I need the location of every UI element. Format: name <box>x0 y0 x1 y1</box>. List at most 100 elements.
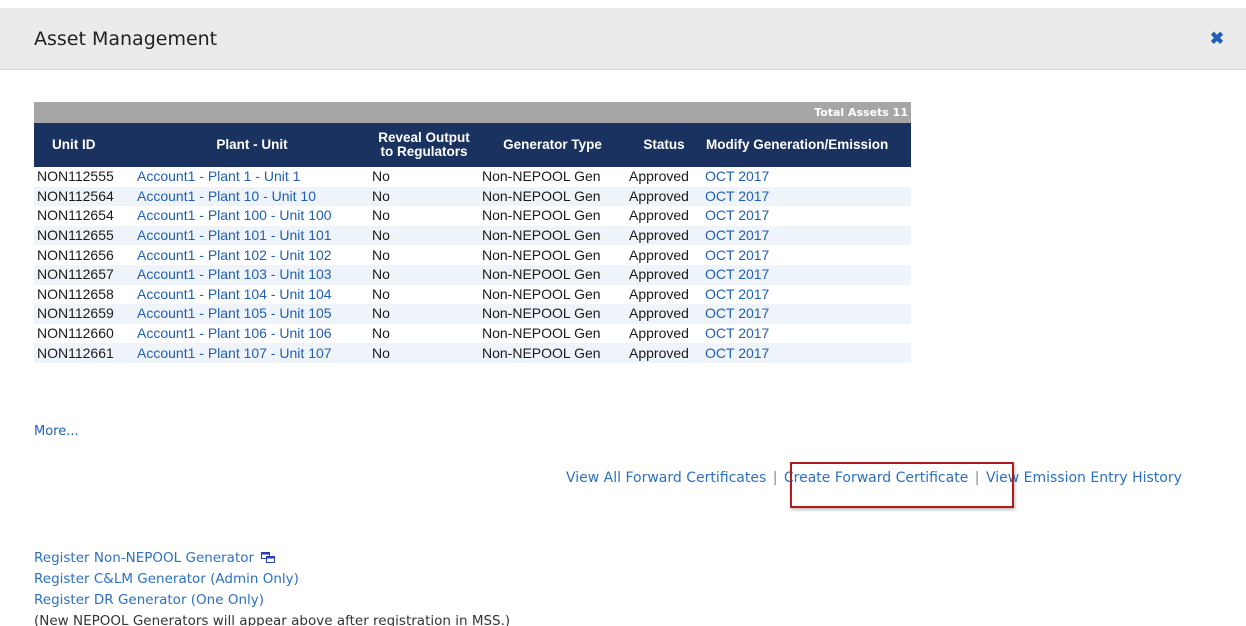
modify-generation-cell: OCT 2017 <box>702 206 911 226</box>
column-header-plant-unit[interactable]: Plant - Unit <box>135 123 369 167</box>
status-cell: Approved <box>629 344 689 361</box>
close-icon[interactable]: ✖ <box>1209 30 1225 48</box>
modify-generation-cell: OCT 2017 <box>702 343 911 363</box>
modify-generation-link[interactable]: OCT 2017 <box>705 266 769 282</box>
reveal-output-cell: No <box>369 167 479 187</box>
table-row: NON112656 Account1 - Plant 102 - Unit 102… <box>34 245 911 265</box>
reveal-output-cell: No <box>372 325 390 342</box>
register-dr-generator-link[interactable]: Register DR Generator (One Only) <box>34 590 264 611</box>
plant-unit-link[interactable]: Account1 - Plant 103 - Unit 103 <box>137 266 332 282</box>
status-cell: Approved <box>626 206 702 226</box>
unit-id-cell: NON112655 <box>37 227 114 244</box>
modify-generation-link[interactable]: OCT 2017 <box>705 286 769 302</box>
modify-generation-link[interactable]: OCT 2017 <box>705 345 769 361</box>
new-window-icon <box>261 552 276 563</box>
modify-generation-link[interactable]: OCT 2017 <box>705 325 769 341</box>
status-cell: Approved <box>626 187 702 207</box>
status-cell: Approved <box>626 304 702 324</box>
generator-type-cell: Non-NEPOOL Gen <box>479 304 626 324</box>
table-row: NON112655 Account1 - Plant 101 - Unit 101… <box>34 225 911 246</box>
status-cell: Approved <box>629 246 689 263</box>
reveal-output-cell: No <box>372 246 390 263</box>
table-row: NON112555 Account1 - Plant 1 - Unit 1 No No… <box>34 167 911 187</box>
generator-type-cell: Non-NEPOOL Gen <box>479 167 626 187</box>
modify-generation-link[interactable]: OCT 2017 <box>705 227 769 243</box>
status-cell: Approved <box>626 265 702 285</box>
table-row: NON112658 Account1 - Plant 104 - Unit 104… <box>34 285 911 305</box>
unit-id-cell: NON112661 <box>34 343 135 363</box>
reveal-output-cell: No <box>372 187 390 204</box>
modify-generation-link[interactable]: OCT 2017 <box>705 247 769 263</box>
plant-unit-link[interactable]: Account1 - Plant 105 - Unit 105 <box>137 305 332 321</box>
plant-unit-link[interactable]: Account1 - Plant 10 - Unit 10 <box>137 188 316 204</box>
reveal-output-cell: No <box>369 304 479 324</box>
table-row: NON112659 Account1 - Plant 105 - Unit 105… <box>34 304 911 324</box>
reveal-output-cell: No <box>369 226 479 246</box>
unit-id-cell: NON112661 <box>37 344 114 361</box>
plant-unit-link[interactable]: Account1 - Plant 100 - Unit 100 <box>137 207 332 223</box>
column-header-modify[interactable]: Modify Generation/Emission <box>702 123 911 167</box>
column-header-reveal-output[interactable]: Reveal Output to Regulators <box>369 123 479 167</box>
generator-type-cell: Non-NEPOOL Gen <box>479 187 626 207</box>
column-header-status[interactable]: Status <box>626 123 702 167</box>
modify-generation-link[interactable]: OCT 2017 <box>705 188 769 204</box>
status-cell: Approved <box>626 167 702 187</box>
plant-unit-cell: Account1 - Plant 107 - Unit 107 <box>135 343 369 363</box>
unit-id-cell: NON112564 <box>37 187 114 204</box>
unit-id-cell: NON112657 <box>34 265 135 285</box>
status-cell: Approved <box>629 227 689 244</box>
plant-unit-link[interactable]: Account1 - Plant 1 - Unit 1 <box>137 168 300 184</box>
unit-id-cell: NON112654 <box>37 207 114 224</box>
unit-id-cell: NON112657 <box>37 266 114 283</box>
unit-id-cell: NON112658 <box>34 285 135 305</box>
table-row: NON112657 Account1 - Plant 103 - Unit 103… <box>34 264 911 285</box>
plant-unit-cell: Account1 - Plant 10 - Unit 10 <box>135 187 369 207</box>
plant-unit-link[interactable]: Account1 - Plant 102 - Unit 102 <box>137 247 332 263</box>
modify-generation-link[interactable]: OCT 2017 <box>705 305 769 321</box>
register-non-nepool-generator-link[interactable]: Register Non-NEPOOL Generator <box>34 548 276 569</box>
unit-id-cell: NON112654 <box>34 206 135 226</box>
plant-unit-cell: Account1 - Plant 101 - Unit 101 <box>135 226 369 246</box>
status-cell: Approved <box>629 325 689 342</box>
separator: | <box>974 470 980 486</box>
create-forward-certificate-link[interactable]: Create Forward Certificate <box>784 470 968 486</box>
register-clm-generator-link[interactable]: Register C&LM Generator (Admin Only) <box>34 569 299 590</box>
status-cell: Approved <box>629 207 689 224</box>
view-all-forward-certificates-link[interactable]: View All Forward Certificates <box>566 470 766 486</box>
column-header-unit-id[interactable]: Unit ID <box>34 123 135 167</box>
reveal-output-cell: No <box>369 265 479 285</box>
unit-id-cell: NON112660 <box>34 324 135 344</box>
plant-unit-cell: Account1 - Plant 104 - Unit 104 <box>135 285 369 305</box>
generator-type-cell: Non-NEPOOL Gen <box>482 207 601 224</box>
reveal-output-cell: No <box>372 168 390 185</box>
unit-id-cell: NON112658 <box>37 285 114 302</box>
table-row: NON112564 Account1 - Plant 10 - Unit 10 No… <box>34 186 911 207</box>
plant-unit-link[interactable]: Account1 - Plant 104 - Unit 104 <box>137 286 332 302</box>
plant-unit-link[interactable]: Account1 - Plant 107 - Unit 107 <box>137 345 332 361</box>
modify-generation-cell: OCT 2017 <box>702 226 911 246</box>
more-link[interactable]: More... <box>34 424 79 439</box>
generator-type-cell: Non-NEPOOL Gen <box>482 246 601 263</box>
column-header-generator-type[interactable]: Generator Type <box>479 123 626 167</box>
unit-id-cell: NON112656 <box>37 246 114 263</box>
generator-type-cell: Non-NEPOOL Gen <box>482 227 601 244</box>
modify-generation-cell: OCT 2017 <box>702 245 911 265</box>
plant-unit-cell: Account1 - Plant 105 - Unit 105 <box>135 304 369 324</box>
generator-type-cell: Non-NEPOOL Gen <box>479 285 626 305</box>
status-cell: Approved <box>629 305 689 322</box>
modify-generation-link[interactable]: OCT 2017 <box>705 207 769 223</box>
separator: | <box>772 470 778 486</box>
reveal-output-cell: No <box>372 344 390 361</box>
status-cell: Approved <box>626 324 702 344</box>
generator-type-cell: Non-NEPOOL Gen <box>482 325 601 342</box>
reveal-output-cell: No <box>369 187 479 207</box>
unit-id-cell: NON112564 <box>34 187 135 207</box>
plant-unit-cell: Account1 - Plant 106 - Unit 106 <box>135 324 369 344</box>
modify-generation-link[interactable]: OCT 2017 <box>705 168 769 184</box>
plant-unit-link[interactable]: Account1 - Plant 106 - Unit 106 <box>137 325 332 341</box>
reveal-output-cell: No <box>372 305 390 322</box>
asset-table: Unit ID Plant - Unit Reveal Output to Re… <box>34 123 911 363</box>
status-cell: Approved <box>626 285 702 305</box>
view-emission-entry-history-link[interactable]: View Emission Entry History <box>986 470 1182 486</box>
plant-unit-link[interactable]: Account1 - Plant 101 - Unit 101 <box>137 227 332 243</box>
